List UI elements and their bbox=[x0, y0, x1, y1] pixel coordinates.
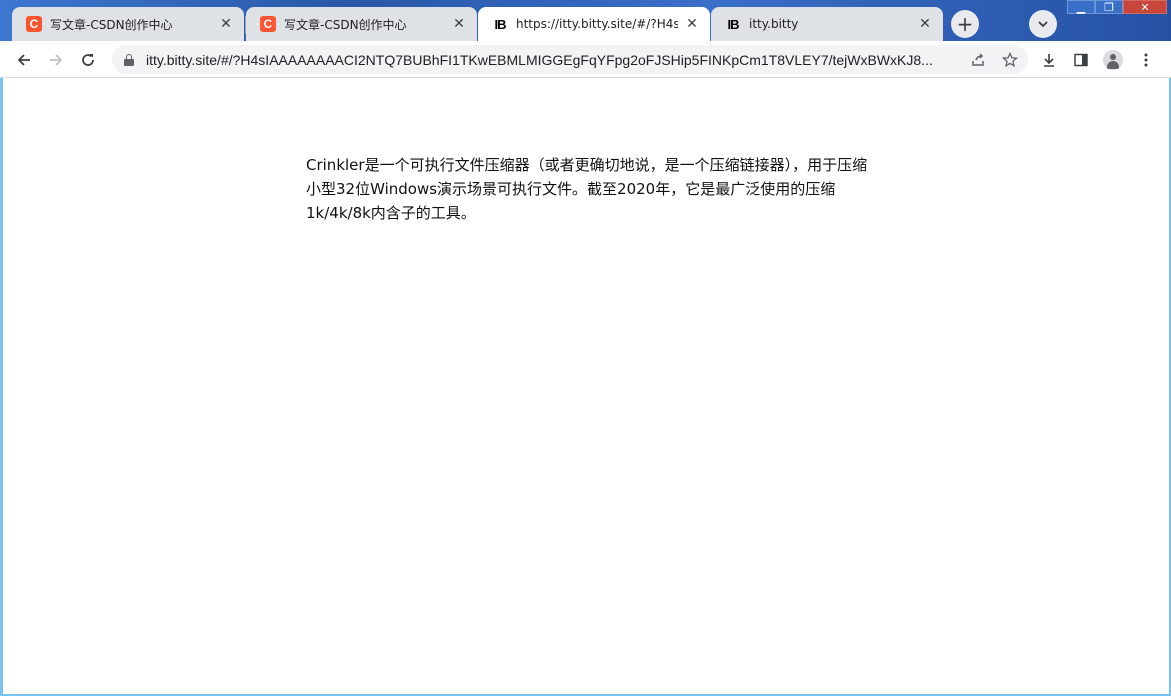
reload-button[interactable] bbox=[74, 46, 102, 74]
tab-title: 写文章-CSDN创作中心 bbox=[50, 17, 173, 32]
reload-icon bbox=[82, 54, 94, 66]
star-icon[interactable] bbox=[999, 49, 1021, 71]
tab-title: https://itty.bitty.site/#/?H4sIA bbox=[516, 17, 678, 31]
browser-window: C 写文章-CSDN创作中心 ✕ C 写文章-CSDN创作中心 ✕ IB htt… bbox=[0, 0, 1171, 696]
arrow-right-icon bbox=[50, 54, 63, 66]
menu-button[interactable] bbox=[1132, 46, 1160, 74]
csdn-icon: C bbox=[260, 16, 276, 32]
close-icon[interactable]: ✕ bbox=[917, 16, 933, 32]
page-content: Crinkler是一个可执行文件压缩器（或者更确切地说，是一个压缩链接器），用于… bbox=[0, 78, 1171, 696]
close-icon[interactable]: ✕ bbox=[218, 16, 234, 32]
profile-button[interactable] bbox=[1099, 46, 1127, 74]
avatar-icon bbox=[1103, 50, 1123, 70]
tab-strip: C 写文章-CSDN创作中心 ✕ C 写文章-CSDN创作中心 ✕ IB htt… bbox=[0, 0, 1171, 41]
tab-search-button[interactable] bbox=[1029, 10, 1057, 38]
download-icon bbox=[1044, 54, 1054, 67]
more-vertical-icon bbox=[1144, 53, 1148, 67]
new-tab-button[interactable]: + bbox=[951, 10, 979, 38]
window-controls: ▁ ❐ ✕ bbox=[1067, 0, 1167, 14]
close-icon[interactable]: ✕ bbox=[684, 16, 700, 32]
back-button[interactable] bbox=[10, 46, 38, 74]
tab-itty-bitty-active[interactable]: IB https://itty.bitty.site/#/?H4sIA ✕ bbox=[478, 7, 710, 41]
csdn-icon: C bbox=[26, 16, 42, 32]
tab-csdn-2[interactable]: C 写文章-CSDN创作中心 ✕ bbox=[246, 7, 477, 41]
address-bar[interactable]: itty.bitty.site/#/?H4sIAAAAAAAACI2NTQ7BU… bbox=[112, 45, 1028, 74]
tab-csdn-1[interactable]: C 写文章-CSDN创作中心 ✕ bbox=[12, 7, 244, 41]
side-panel-button[interactable] bbox=[1067, 46, 1095, 74]
share-icon[interactable] bbox=[967, 49, 989, 71]
minimize-button[interactable]: ▁ bbox=[1067, 0, 1095, 14]
arrow-left-icon bbox=[17, 54, 30, 66]
forward-button[interactable] bbox=[42, 46, 70, 74]
download-button[interactable] bbox=[1035, 46, 1063, 74]
side-panel-icon bbox=[1074, 53, 1088, 67]
close-icon[interactable]: ✕ bbox=[451, 16, 467, 32]
tab-title: 写文章-CSDN创作中心 bbox=[284, 17, 407, 32]
window-close-button[interactable]: ✕ bbox=[1123, 0, 1167, 14]
lock-icon[interactable] bbox=[124, 53, 134, 66]
url-text[interactable]: itty.bitty.site/#/?H4sIAAAAAAAACI2NTQ7BU… bbox=[146, 52, 961, 68]
ib-icon: IB bbox=[494, 16, 507, 32]
article-text: Crinkler是一个可执行文件压缩器（或者更确切地说，是一个压缩链接器），用于… bbox=[306, 156, 868, 222]
browser-toolbar: itty.bitty.site/#/?H4sIAAAAAAAACI2NTQ7BU… bbox=[0, 41, 1171, 78]
tab-itty-bitty[interactable]: IB itty.bitty ✕ bbox=[711, 7, 943, 41]
maximize-button[interactable]: ❐ bbox=[1095, 0, 1123, 14]
chevron-down-icon bbox=[1038, 21, 1048, 28]
ib-icon: IB bbox=[727, 16, 740, 32]
tab-title: itty.bitty bbox=[749, 17, 799, 31]
